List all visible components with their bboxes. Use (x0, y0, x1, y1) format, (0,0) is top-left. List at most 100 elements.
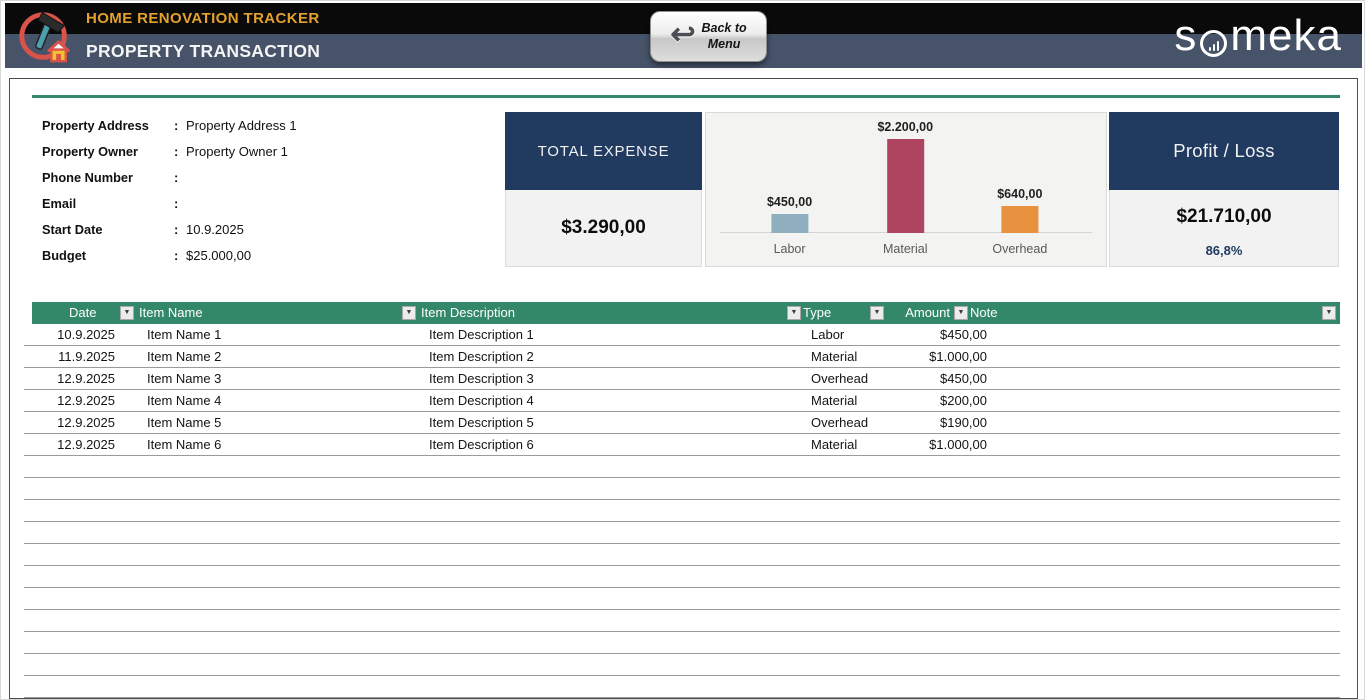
someka-logo-chart-icon (1200, 30, 1227, 57)
filter-dropdown-icon-amount[interactable]: ▼ (954, 306, 968, 320)
table-empty-row[interactable] (24, 544, 1340, 566)
table-empty-row[interactable] (24, 654, 1340, 676)
cell-name[interactable]: Item Name 4 (147, 390, 221, 411)
filter-dropdown-icon-note[interactable]: ▼ (1322, 306, 1336, 320)
cell-description[interactable]: Item Description 4 (429, 390, 534, 411)
property-info-value[interactable]: 10.9.2025 (186, 222, 244, 237)
filter-dropdown-icon-item-name[interactable]: ▼ (402, 306, 416, 320)
cell-name[interactable]: Item Name 6 (147, 434, 221, 455)
chart-bar-group: $450,00Labor (767, 195, 812, 233)
cell-description[interactable]: Item Description 5 (429, 412, 534, 433)
home-renovation-logo-icon (15, 7, 77, 65)
cell-date[interactable]: 12.9.2025 (50, 368, 115, 389)
property-info-row: Phone Number: (42, 164, 297, 190)
chart-category-label: Material (883, 242, 927, 256)
property-info-colon: : (174, 170, 186, 185)
cell-amount[interactable]: $1.000,00 (887, 346, 987, 367)
cell-date[interactable]: 12.9.2025 (50, 412, 115, 433)
table-row: 10.9.2025 Item Name 1 Item Description 1 La… (24, 324, 1340, 346)
cell-amount[interactable]: $1.000,00 (887, 434, 987, 455)
someka-logo-text-suffix: meka (1230, 11, 1342, 61)
table-empty-row[interactable] (24, 500, 1340, 522)
profit-loss-card: Profit / Loss $21.710,00 86,8% (1109, 112, 1339, 267)
cell-date[interactable]: 11.9.2025 (50, 346, 115, 367)
column-header-date: Date (69, 302, 96, 324)
property-info-colon: : (174, 144, 186, 159)
table-empty-row[interactable] (24, 566, 1340, 588)
table-empty-row[interactable] (24, 676, 1340, 698)
cell-description[interactable]: Item Description 2 (429, 346, 534, 367)
back-to-menu-button[interactable]: ↩ Back to Menu (650, 11, 767, 62)
column-header-note: Note (970, 302, 997, 324)
table-empty-row[interactable] (24, 456, 1340, 478)
table-header: Date Item Name Item Description Type Amo… (32, 302, 1340, 324)
chart-bar (1001, 206, 1038, 233)
someka-logo: s meka (1174, 9, 1342, 63)
cell-type[interactable]: Material (811, 434, 857, 455)
property-info-label: Email (42, 196, 174, 211)
page: HOME RENOVATION TRACKER PROPERTY TRANSAC… (0, 0, 1365, 700)
cell-description[interactable]: Item Description 1 (429, 324, 534, 345)
property-info-colon: : (174, 196, 186, 211)
cell-type[interactable]: Overhead (811, 368, 868, 389)
table-row: 12.9.2025 Item Name 3 Item Description 3 Ov… (24, 368, 1340, 390)
chart-bar (771, 214, 808, 233)
cell-description[interactable]: Item Description 3 (429, 368, 534, 389)
cell-date[interactable]: 12.9.2025 (50, 434, 115, 455)
cell-name[interactable]: Item Name 1 (147, 324, 221, 345)
table-empty-row[interactable] (24, 522, 1340, 544)
green-accent-rule (32, 95, 1340, 98)
table-row: 12.9.2025 Item Name 6 Item Description 6 Ma… (24, 434, 1340, 456)
cell-type[interactable]: Material (811, 346, 857, 367)
cell-name[interactable]: Item Name 5 (147, 412, 221, 433)
filter-dropdown-icon-type[interactable]: ▼ (870, 306, 884, 320)
cell-amount[interactable]: $190,00 (887, 412, 987, 433)
table-empty-row[interactable] (24, 610, 1340, 632)
cell-type[interactable]: Labor (811, 324, 844, 345)
profit-loss-value: $21.710,00 (1110, 206, 1338, 228)
property-info-label: Budget (42, 248, 174, 263)
cell-amount[interactable]: $450,00 (887, 368, 987, 389)
table-empty-row[interactable] (24, 632, 1340, 654)
cell-name[interactable]: Item Name 2 (147, 346, 221, 367)
cell-type[interactable]: Material (811, 390, 857, 411)
property-info-label: Phone Number (42, 170, 174, 185)
cell-type[interactable]: Overhead (811, 412, 868, 433)
property-info-colon: : (174, 248, 186, 263)
cell-date[interactable]: 12.9.2025 (50, 390, 115, 411)
table-empty-row[interactable] (24, 478, 1340, 500)
property-info-value[interactable]: $25.000,00 (186, 248, 251, 263)
chart-value-label: $450,00 (767, 195, 812, 209)
filter-dropdown-icon-description[interactable]: ▼ (787, 306, 801, 320)
table-row: 12.9.2025 Item Name 4 Item Description 4 Ma… (24, 390, 1340, 412)
cell-description[interactable]: Item Description 6 (429, 434, 534, 455)
property-info-value[interactable]: Property Address 1 (186, 118, 297, 133)
table-empty-row[interactable] (24, 588, 1340, 610)
chart-plot-area: $450,00Labor$2.200,00Material$640,00Over… (720, 113, 1092, 233)
property-info-row: Property Owner:Property Owner 1 (42, 138, 297, 164)
chart-bar (887, 139, 924, 233)
property-info-label: Property Address (42, 118, 174, 133)
property-info-colon: : (174, 118, 186, 133)
filter-dropdown-icon-date[interactable]: ▼ (120, 306, 134, 320)
profit-loss-header: Profit / Loss (1109, 112, 1339, 190)
someka-logo-text-prefix: s (1174, 11, 1197, 61)
cell-amount[interactable]: $450,00 (887, 324, 987, 345)
total-expense-header: TOTAL EXPENSE (505, 112, 702, 190)
profit-loss-body: $21.710,00 86,8% (1109, 190, 1339, 267)
cell-amount[interactable]: $200,00 (887, 390, 987, 411)
table-row: 11.9.2025 Item Name 2 Item Description 2 Ma… (24, 346, 1340, 368)
property-info-colon: : (174, 222, 186, 237)
property-info-row: Budget:$25.000,00 (42, 242, 297, 268)
cell-date[interactable]: 10.9.2025 (50, 324, 115, 345)
table-row: 12.9.2025 Item Name 5 Item Description 5 Ov… (24, 412, 1340, 434)
property-info-value[interactable]: Property Owner 1 (186, 144, 288, 159)
table-body: 10.9.2025 Item Name 1 Item Description 1 La… (24, 324, 1340, 698)
cell-name[interactable]: Item Name 3 (147, 368, 221, 389)
profit-loss-percent: 86,8% (1110, 243, 1338, 258)
chart-category-label: Overhead (992, 242, 1047, 256)
chart-bar-group: $2.200,00Material (877, 120, 933, 233)
back-to-menu-label: Back to Menu (701, 21, 746, 52)
content-area: Property Address:Property Address 1Prope… (9, 78, 1358, 699)
back-arrow-icon: ↩ (670, 20, 695, 50)
